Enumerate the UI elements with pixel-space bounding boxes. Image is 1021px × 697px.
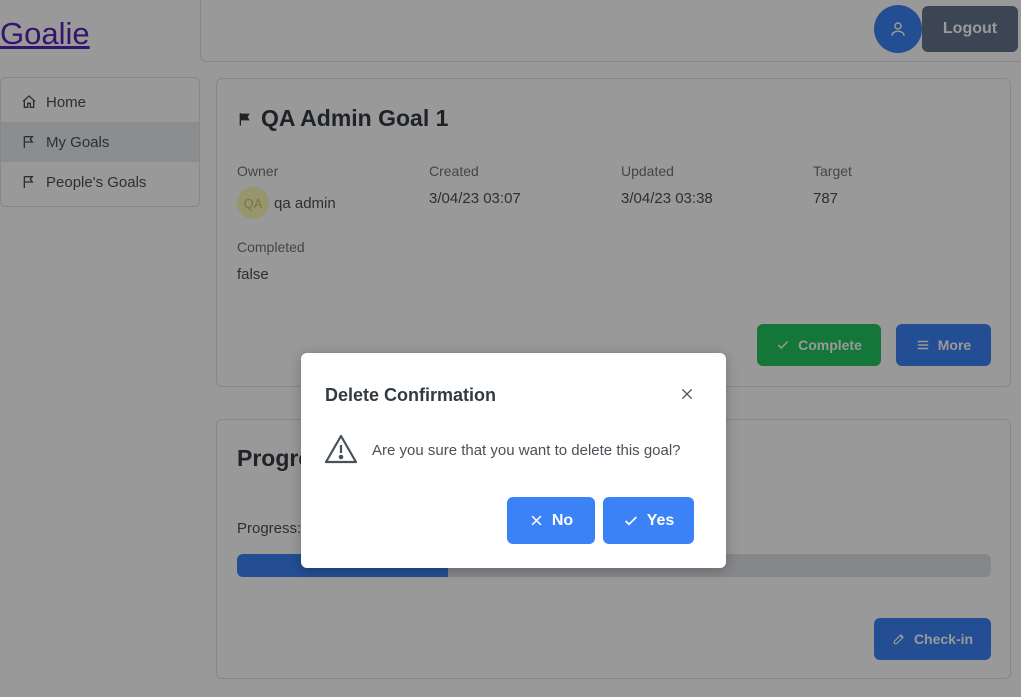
check-icon xyxy=(624,515,637,526)
delete-confirmation-dialog: Delete Confirmation Are you sure that yo… xyxy=(301,353,726,568)
no-button[interactable]: No xyxy=(507,497,595,544)
close-button[interactable] xyxy=(673,380,701,408)
dialog-message: Are you sure that you want to delete thi… xyxy=(372,442,681,459)
modal-overlay[interactable] xyxy=(0,0,1021,697)
close-icon xyxy=(681,388,693,400)
yes-button[interactable]: Yes xyxy=(603,497,694,544)
close-icon xyxy=(531,515,542,526)
warning-icon xyxy=(324,434,358,464)
no-button-label: No xyxy=(551,511,574,529)
yes-button-label: Yes xyxy=(646,511,675,529)
dialog-title: Delete Confirmation xyxy=(325,385,497,405)
